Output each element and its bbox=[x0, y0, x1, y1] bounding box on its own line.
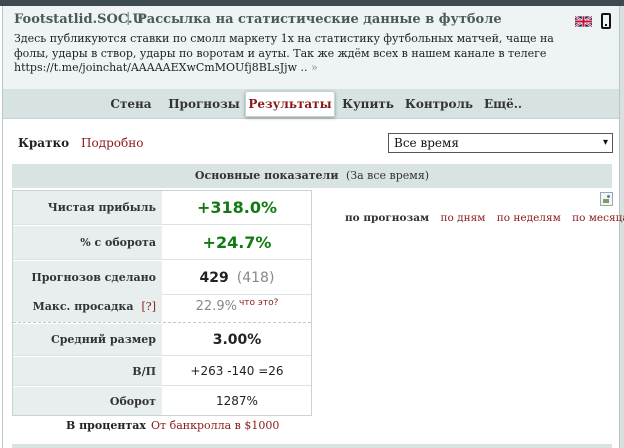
stat-row-roi: % с оборота +24.7% bbox=[13, 226, 311, 260]
roi-value: +24.7% bbox=[202, 233, 272, 252]
channel-description: Здесь публикуются ставки по смолл маркет… bbox=[14, 32, 554, 76]
stat-label: Макс. просадка [?] bbox=[13, 291, 162, 322]
turnover-value: 1287% bbox=[216, 394, 258, 408]
channel-name[interactable]: Footstatlid.SOC.U bbox=[14, 12, 144, 27]
stats-header: Основные показатели (За все время) bbox=[12, 164, 612, 188]
uk-flag-icon[interactable] bbox=[575, 16, 592, 27]
view-detailed-link[interactable]: Подробно bbox=[81, 136, 143, 150]
channel-subtitle: Рассылка на статистические данные в футб… bbox=[137, 12, 502, 27]
stats-table: Чистая прибыль +318.0% % с оборота +24.7… bbox=[12, 190, 312, 416]
stat-value-cell: +263 -140 =26 bbox=[163, 357, 311, 385]
view-switch: Кратко Подробно bbox=[18, 136, 143, 150]
chart-tab-by-months[interactable]: по месяцам bbox=[572, 212, 624, 224]
stat-row-turnover: Оборот 1287% bbox=[13, 387, 311, 415]
nav-item-results[interactable]: Результаты bbox=[245, 91, 335, 117]
percent-mode-label[interactable]: В процентах bbox=[66, 419, 146, 432]
scrollbar-edge[interactable] bbox=[620, 6, 624, 448]
main-nav: Стена Прогнозы Результаты Купить Контрол… bbox=[3, 89, 619, 119]
stats-scope: (За все время) bbox=[345, 169, 430, 182]
stat-label: Прогнозов сделано bbox=[13, 261, 162, 294]
stat-value-cell: 22.9% что это? bbox=[163, 291, 311, 322]
channel-description-text: Здесь публикуются ставки по смолл маркет… bbox=[14, 32, 554, 74]
stat-label: Чистая прибыль bbox=[13, 191, 162, 224]
stat-value-cell: 3.00% bbox=[163, 324, 311, 355]
more-link[interactable]: » bbox=[311, 61, 318, 74]
chart-tab-by-days[interactable]: по дням bbox=[440, 212, 485, 224]
broken-image-icon bbox=[600, 192, 613, 206]
win-loss-value: +263 -140 =26 bbox=[190, 364, 284, 378]
stat-value-cell: +24.7% bbox=[163, 226, 311, 259]
title-separator: | bbox=[126, 11, 131, 26]
next-section-bar bbox=[12, 444, 612, 448]
forecasts-count: 429 bbox=[199, 269, 229, 286]
stat-row-avg-size: Средний размер 3.00% bbox=[13, 324, 311, 356]
period-selected-value: Все время bbox=[394, 136, 459, 150]
nav-item-buy[interactable]: Купить bbox=[337, 89, 399, 119]
drawdown-help-link[interactable]: [?] bbox=[142, 300, 156, 313]
period-select[interactable]: Все время ▾ bbox=[388, 133, 613, 153]
nav-item-more[interactable]: Ещё.. bbox=[477, 89, 529, 119]
stat-value-cell: 1287% bbox=[163, 387, 311, 415]
nav-item-forecasts[interactable]: Прогнозы bbox=[163, 89, 245, 119]
forecasts-secondary-count: (418) bbox=[236, 269, 275, 286]
stat-row-drawdown: Макс. просадка [?] 22.9% что это? bbox=[13, 291, 311, 323]
stat-row-forecasts: Прогнозов сделано 429 (418) bbox=[13, 261, 311, 295]
mobile-phone-icon[interactable] bbox=[601, 13, 611, 29]
stat-row-wl: В/П +263 -140 =26 bbox=[13, 357, 311, 386]
nav-item-control[interactable]: Контроль bbox=[403, 89, 475, 119]
channel-header: Footstatlid.SOC.U | Рассылка на статисти… bbox=[3, 6, 619, 89]
chart-tab-by-forecasts[interactable]: по прогнозам bbox=[345, 212, 429, 224]
drawdown-label: Макс. просадка bbox=[32, 300, 134, 313]
stat-value-cell: 429 (418) bbox=[163, 261, 311, 294]
stat-label: Средний размер bbox=[13, 324, 162, 355]
view-brief[interactable]: Кратко bbox=[18, 136, 69, 150]
what-is-this-link[interactable]: что это? bbox=[239, 298, 278, 308]
drawdown-value: 22.9% bbox=[195, 299, 237, 314]
stat-label: В/П bbox=[13, 357, 162, 385]
stats-title: Основные показатели bbox=[194, 169, 339, 182]
chart-tab-by-weeks[interactable]: по неделям bbox=[497, 212, 561, 224]
net-profit-value: +318.0% bbox=[196, 198, 278, 217]
bankroll-mode-link[interactable]: От банкролла в $1000 bbox=[151, 419, 279, 432]
avg-size-value: 3.00% bbox=[212, 331, 262, 348]
chevron-down-icon: ▾ bbox=[602, 137, 608, 148]
page-frame: Footstatlid.SOC.U | Рассылка на статисти… bbox=[2, 6, 624, 448]
stat-value-cell: +318.0% bbox=[163, 191, 311, 224]
stat-label: Оборот bbox=[13, 387, 162, 415]
nav-item-wall[interactable]: Стена bbox=[100, 89, 162, 119]
stat-row-net-profit: Чистая прибыль +318.0% bbox=[13, 191, 311, 225]
chart-tabs: по прогнозам по дням по неделям по месяц… bbox=[345, 212, 624, 224]
stat-label: % с оборота bbox=[13, 226, 162, 259]
